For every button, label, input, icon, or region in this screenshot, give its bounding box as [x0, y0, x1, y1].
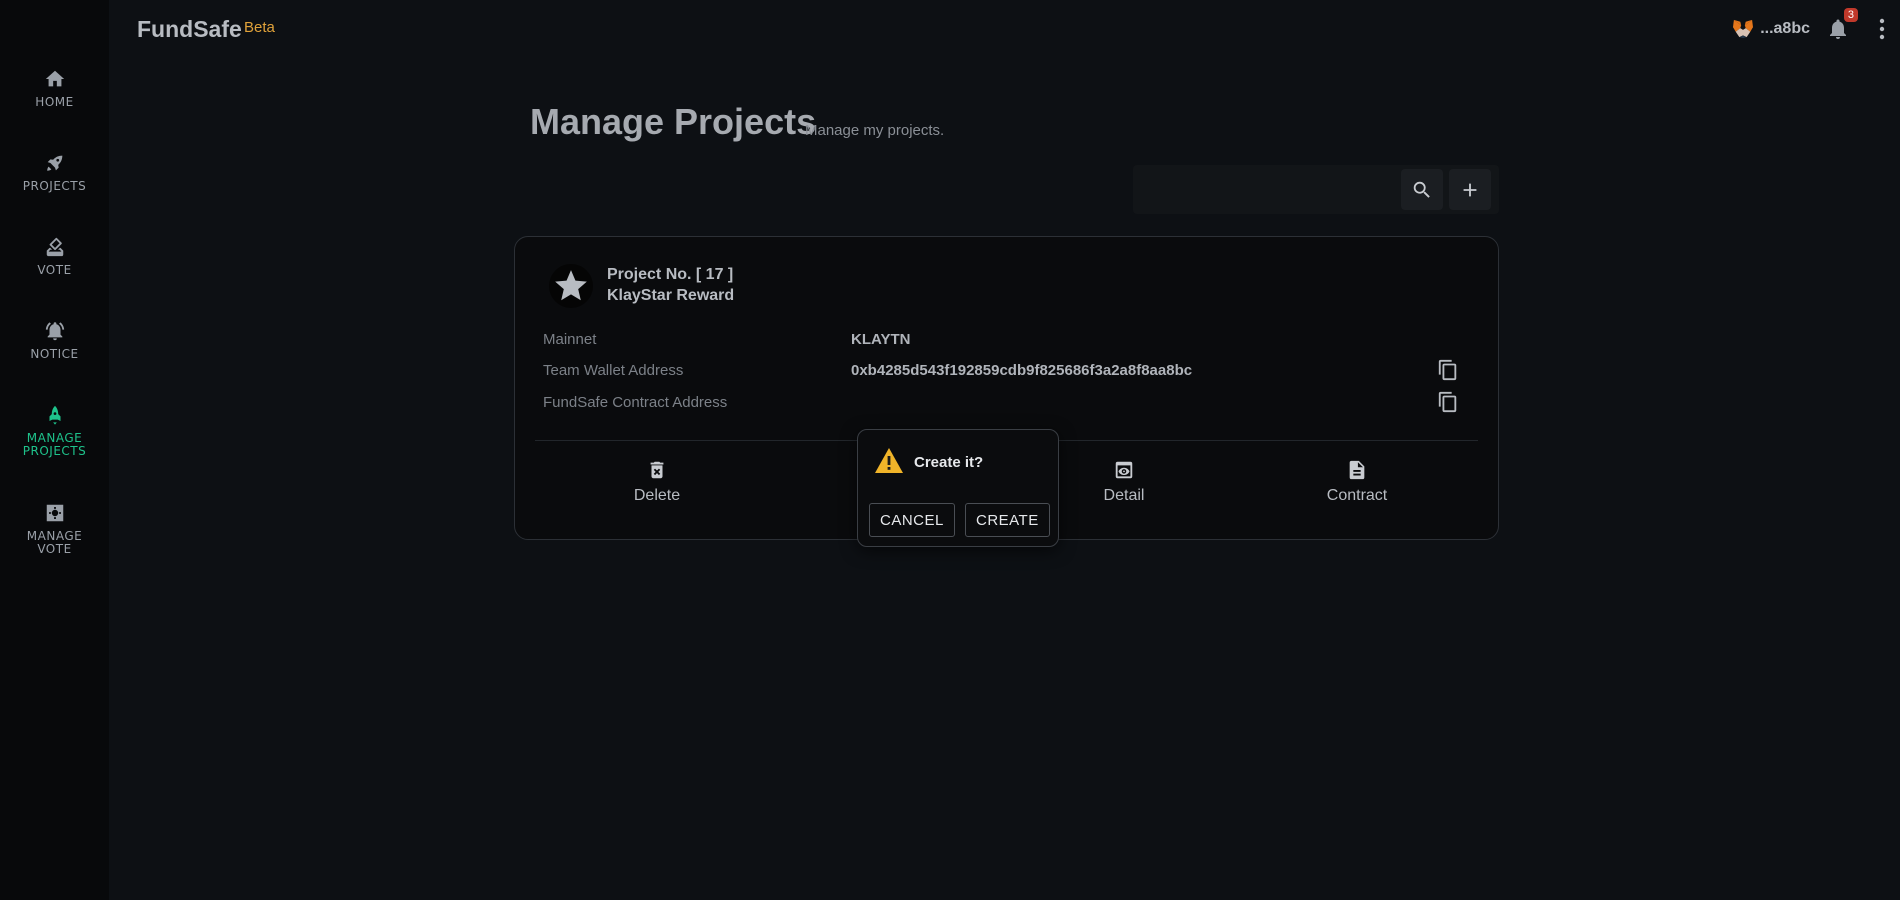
document-icon — [1349, 460, 1365, 480]
dialog-message: Create it? — [914, 454, 984, 471]
sidebar-item-manage-vote[interactable]: MANAGE VOTE — [0, 502, 109, 556]
contract-button[interactable]: Contract — [1297, 459, 1417, 505]
gear-box-icon — [46, 504, 63, 522]
copy-icon[interactable] — [1437, 358, 1459, 382]
team-wallet-label: Team Wallet Address — [543, 362, 684, 379]
plus-icon — [1463, 183, 1477, 196]
mainnet-value: KLAYTN — [851, 331, 911, 348]
delete-button[interactable]: Delete — [597, 459, 717, 505]
rocket-icon — [46, 155, 62, 171]
sidebar-item-label: MANAGE VOTE — [26, 529, 83, 556]
page-title: Manage Projects — [530, 101, 817, 142]
brand-logo[interactable]: FundSafe — [137, 16, 242, 43]
metamask-fox-icon — [1733, 19, 1754, 39]
cancel-button[interactable]: CANCEL — [869, 503, 955, 537]
search-icon — [1413, 181, 1430, 198]
copy-icon[interactable] — [1437, 390, 1459, 414]
alarm-icon — [45, 322, 64, 341]
page-subtitle: Manage my projects. — [805, 122, 945, 139]
delete-icon — [650, 461, 664, 479]
sidebar-item-label: VOTE — [37, 263, 72, 277]
sidebar: HOME PROJECTS VOTE NOTICE MANAGE PROJECT… — [0, 0, 109, 900]
search-button[interactable] — [1401, 169, 1443, 210]
more-vert-icon[interactable] — [1878, 18, 1886, 40]
sidebar-item-projects[interactable]: PROJECTS — [0, 152, 109, 193]
beta-badge: Beta — [244, 19, 275, 36]
rocket-icon — [49, 405, 60, 425]
search-input[interactable] — [1133, 165, 1417, 214]
confirm-dialog: Create it? CANCEL CREATE — [857, 429, 1059, 547]
warning-icon — [875, 448, 903, 473]
star-icon — [555, 270, 587, 301]
team-wallet-value: 0xb4285d543f192859cdb9f825686f3a2a8f8aa8… — [851, 362, 1193, 379]
wallet-button[interactable]: ...a8bc — [1732, 19, 1810, 39]
contract-label: Contract — [1326, 487, 1388, 504]
sidebar-item-vote[interactable]: VOTE — [0, 236, 109, 277]
search-bar — [1133, 165, 1499, 214]
project-name: KlayStar Reward — [607, 287, 735, 304]
sidebar-item-label: PROJECTS — [22, 179, 87, 193]
detail-label: Detail — [1103, 487, 1145, 504]
wallet-address: ...a8bc — [1760, 20, 1810, 37]
home-icon — [45, 70, 64, 87]
delete-label: Delete — [633, 487, 681, 504]
sidebar-item-home[interactable]: HOME — [0, 68, 109, 109]
create-button[interactable]: CREATE — [965, 503, 1050, 537]
sidebar-item-label: MANAGE PROJECTS — [22, 431, 87, 458]
sidebar-item-label: HOME — [35, 95, 74, 109]
detail-button[interactable]: Detail — [1064, 459, 1184, 505]
ballot-icon — [46, 237, 63, 257]
contract-address-label: FundSafe Contract Address — [543, 394, 728, 411]
eye-icon — [1115, 461, 1133, 479]
sidebar-item-notice[interactable]: NOTICE — [0, 320, 109, 361]
notification-badge: 3 — [1843, 8, 1858, 22]
sidebar-item-manage-projects[interactable]: MANAGE PROJECTS — [0, 404, 109, 458]
sidebar-item-label: NOTICE — [30, 347, 79, 361]
mainnet-label: Mainnet — [543, 331, 597, 348]
project-number: Project No. [ 17 ] — [607, 266, 734, 283]
add-project-button[interactable] — [1449, 169, 1491, 210]
project-avatar — [549, 264, 593, 308]
top-bar: FundSafe Beta ...a8bc 3 — [109, 0, 1900, 60]
